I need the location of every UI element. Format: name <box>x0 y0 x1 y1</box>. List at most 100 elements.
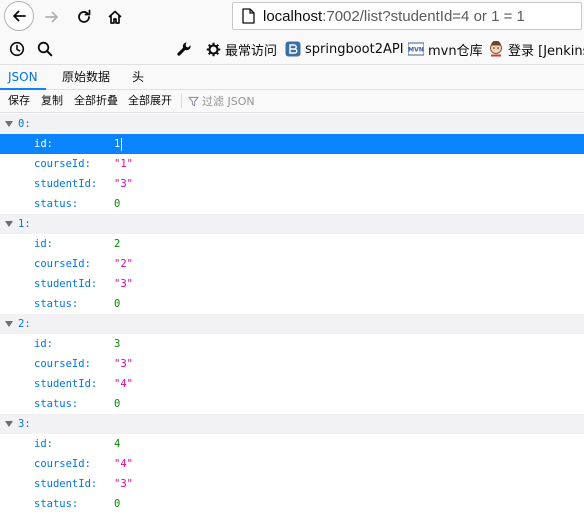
text-cursor <box>121 138 122 151</box>
json-value: "3" <box>114 358 133 370</box>
svg-text:MVN: MVN <box>408 47 424 54</box>
page-icon <box>241 8 257 24</box>
json-field-row[interactable]: id: 2 <box>0 234 584 254</box>
gear-icon <box>205 41 221 57</box>
json-key: status: <box>34 398 79 410</box>
json-key: courseId: <box>34 458 91 470</box>
tab-raw-data[interactable]: 原始数据 <box>54 65 118 90</box>
json-index: 3: <box>18 418 31 430</box>
tab-json[interactable]: JSON <box>0 65 46 90</box>
json-value: "2" <box>114 258 133 270</box>
json-key: studentId: <box>34 278 98 290</box>
json-field-row[interactable]: status: 0 <box>0 294 584 314</box>
mvn-favicon: MVN <box>408 41 424 57</box>
json-value: "1" <box>114 158 133 170</box>
json-field-row[interactable]: courseId: "3" <box>0 354 584 374</box>
json-index: 0: <box>18 118 31 130</box>
expand-toggle-icon[interactable] <box>5 421 13 427</box>
json-field-row[interactable]: courseId: "1" <box>0 154 584 174</box>
json-index: 2: <box>18 318 31 330</box>
json-field-row[interactable]: studentId: "3" <box>0 174 584 194</box>
bookmark-label: springboot2API <box>305 41 404 57</box>
forward-button[interactable] <box>38 3 66 31</box>
json-value: "3" <box>114 178 133 190</box>
json-field-row[interactable]: status: 0 <box>0 494 584 514</box>
filter-json[interactable] <box>188 90 322 112</box>
home-button[interactable] <box>101 3 129 31</box>
json-value: 0 <box>114 398 121 410</box>
json-key: status: <box>34 198 79 210</box>
url-text: localhost:7002/list?studentId=4 or 1 = 1 <box>263 8 525 25</box>
json-value: 0 <box>114 198 121 210</box>
reload-button[interactable] <box>70 3 98 31</box>
toolbar-divider <box>181 94 182 108</box>
json-field-row[interactable]: id: 3 <box>0 334 584 354</box>
copy-button[interactable]: 复制 <box>41 90 63 112</box>
json-field-row[interactable]: studentId: "3" <box>0 474 584 494</box>
history-button[interactable] <box>8 40 26 58</box>
back-button[interactable] <box>4 1 34 31</box>
json-index: 1: <box>18 218 31 230</box>
expand-toggle-icon[interactable] <box>5 121 13 127</box>
expand-toggle-icon[interactable] <box>5 321 13 327</box>
bookmark-label: 最常访问 <box>225 43 278 59</box>
json-key: id: <box>34 138 53 150</box>
json-viewer-tabs: JSON 原始数据 头 <box>0 64 584 90</box>
search-button[interactable] <box>36 40 54 58</box>
save-button[interactable]: 保存 <box>8 90 30 112</box>
json-key: id: <box>34 338 53 350</box>
json-value: 0 <box>114 298 121 310</box>
json-value: 4 <box>114 438 121 450</box>
jenkins-favicon <box>488 41 504 57</box>
filter-icon <box>188 96 199 106</box>
json-key: studentId: <box>34 178 98 190</box>
json-field-row[interactable]: status: 0 <box>0 394 584 414</box>
json-key: id: <box>34 438 53 450</box>
bookmark-favicon-blue <box>285 41 301 57</box>
json-field-row[interactable]: studentId: "4" <box>0 374 584 394</box>
json-key: studentId: <box>34 478 98 490</box>
url-bar[interactable]: localhost:7002/list?studentId=4 or 1 = 1 <box>232 2 582 30</box>
expand-all-button[interactable]: 全部展开 <box>128 90 172 112</box>
tab-headers[interactable]: 头 <box>124 65 152 90</box>
json-value: "4" <box>114 378 133 390</box>
json-key: status: <box>34 298 79 310</box>
json-field-row[interactable]: id: 1 <box>0 134 584 154</box>
json-field-row[interactable]: courseId: "4" <box>0 454 584 474</box>
developer-tools-button[interactable] <box>176 39 196 59</box>
json-value: 0 <box>114 498 121 510</box>
json-key: courseId: <box>34 358 91 370</box>
filter-json-input[interactable] <box>202 94 322 108</box>
json-key: status: <box>34 498 79 510</box>
json-key: courseId: <box>34 258 91 270</box>
home-icon <box>108 10 122 24</box>
bookmark-label: mvn仓库 <box>428 43 483 59</box>
json-object-row[interactable]: 2: <box>0 314 584 334</box>
json-value: 2 <box>114 238 121 250</box>
clock-icon <box>9 41 25 57</box>
bookmark-springboot2api[interactable]: springboot2API <box>285 39 404 59</box>
json-field-row[interactable]: studentId: "3" <box>0 274 584 294</box>
bookmark-label: 登录 [Jenkins <box>508 43 584 59</box>
json-field-row[interactable]: id: 4 <box>0 434 584 454</box>
url-host: localhost <box>263 7 323 25</box>
json-object-row[interactable]: 0: <box>0 114 584 134</box>
bookmark-jenkins-login[interactable]: 登录 [Jenkins <box>488 39 584 59</box>
json-value: "4" <box>114 458 133 470</box>
forward-arrow-icon <box>45 11 58 23</box>
json-field-row[interactable]: status: 0 <box>0 194 584 214</box>
expand-toggle-icon[interactable] <box>5 221 13 227</box>
json-field-row[interactable]: courseId: "2" <box>0 254 584 274</box>
json-object-row[interactable]: 3: <box>0 414 584 434</box>
json-value: 1 <box>114 138 121 150</box>
back-arrow-icon <box>13 10 26 22</box>
collapse-all-button[interactable]: 全部折叠 <box>74 90 118 112</box>
bookmark-mvn-repo[interactable]: MVN mvn仓库 <box>408 39 483 59</box>
json-toolbar: 保存 复制 全部折叠 全部展开 <box>0 90 584 113</box>
json-key: courseId: <box>34 158 91 170</box>
json-value: 3 <box>114 338 121 350</box>
bookmark-most-visited[interactable]: 最常访问 <box>205 39 277 59</box>
navigation-bar: localhost:7002/list?studentId=4 or 1 = 1 <box>0 0 584 34</box>
wrench-icon <box>176 41 192 57</box>
json-object-row[interactable]: 1: <box>0 214 584 234</box>
